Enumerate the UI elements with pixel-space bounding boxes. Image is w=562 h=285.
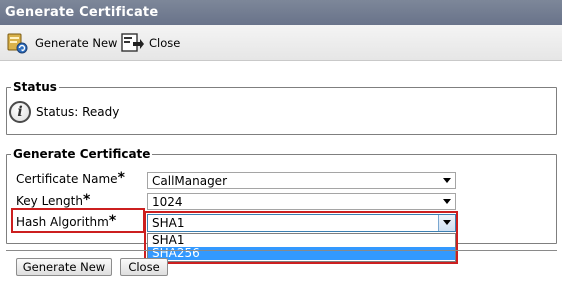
toolbar-generate-new-button[interactable]: Generate New (6, 32, 117, 54)
key-length-label-text: Key Length (16, 194, 83, 208)
generate-certificate-legend: Generate Certificate (13, 147, 151, 161)
certificate-generate-icon (7, 33, 28, 54)
status-legend: Status (13, 80, 57, 94)
chevron-down-icon (443, 178, 451, 183)
toolbar-generate-new-label: Generate New (35, 36, 118, 50)
required-mark: * (108, 213, 117, 229)
toolbar: Generate New Close (0, 25, 562, 61)
required-mark: * (117, 170, 125, 186)
chevron-down-icon (443, 220, 451, 225)
close-document-icon (121, 33, 144, 52)
info-icon: i (9, 101, 31, 123)
toolbar-close-button[interactable]: Close (120, 32, 180, 54)
hash-algorithm-dropdown-button[interactable] (438, 215, 455, 231)
hash-algorithm-label: Hash Algorithm* (16, 213, 116, 229)
status-row: i Status: Ready (9, 101, 119, 123)
certificate-name-select[interactable]: CallManager (147, 172, 456, 189)
certificate-name-value: CallManager (152, 174, 227, 188)
certificate-name-label-text: Certificate Name (16, 172, 118, 186)
hash-algorithm-value: SHA1 (152, 216, 185, 230)
option-sha256[interactable]: SHA256 (148, 247, 455, 260)
hash-algorithm-options: SHA1 SHA256 (147, 233, 456, 262)
generate-new-button[interactable]: Generate New (16, 258, 112, 276)
window-title: Generate Certificate (0, 0, 562, 25)
hash-algorithm-select[interactable]: SHA1 (147, 214, 456, 232)
hash-algorithm-label-text: Hash Algorithm (16, 215, 109, 229)
close-button[interactable]: Close (120, 258, 168, 276)
toolbar-close-label: Close (149, 36, 181, 50)
footer-divider (6, 250, 557, 251)
key-length-select[interactable]: 1024 (147, 193, 456, 210)
key-length-value: 1024 (152, 195, 183, 209)
hash-algorithm-highlight: SHA1 SHA1 SHA256 (144, 211, 458, 264)
key-length-label: Key Length* (16, 192, 90, 208)
status-text: Status: Ready (36, 105, 120, 119)
certificate-name-label: Certificate Name* (16, 170, 125, 186)
chevron-down-icon (443, 199, 451, 204)
required-mark: * (82, 192, 91, 208)
